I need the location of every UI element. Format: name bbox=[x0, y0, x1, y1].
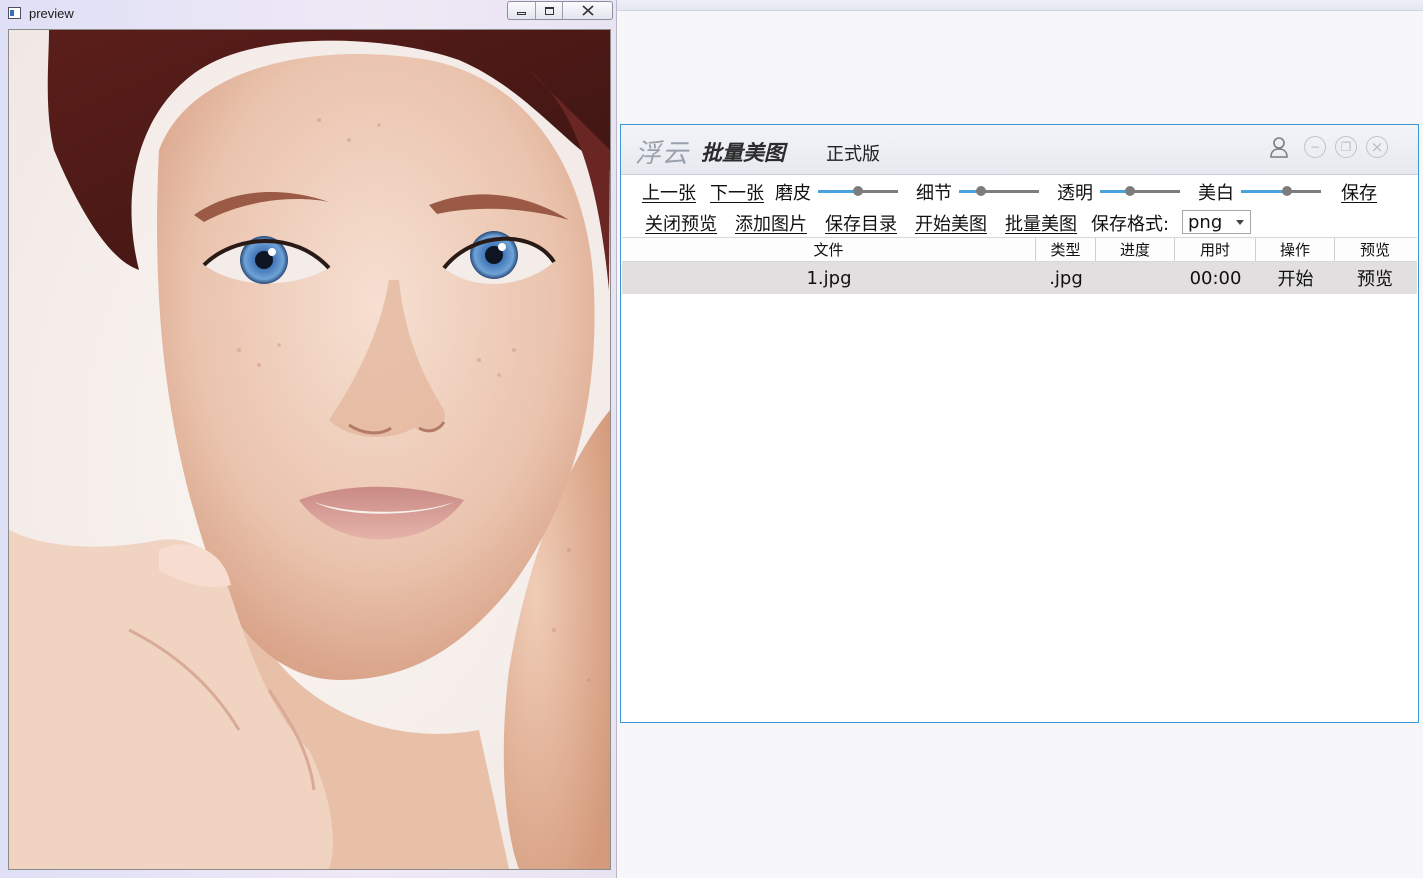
chevron-down-icon bbox=[1236, 220, 1244, 225]
column-header-preview[interactable]: 预览 bbox=[1335, 238, 1415, 261]
whiten-label: 美白 bbox=[1198, 183, 1234, 204]
detail-label: 细节 bbox=[916, 183, 952, 204]
cell-time: 00:00 bbox=[1189, 267, 1242, 289]
start-beautify-link[interactable]: 开始美图 bbox=[915, 210, 987, 236]
add-image-link[interactable]: 添加图片 bbox=[735, 210, 807, 236]
whiten-slider[interactable] bbox=[1241, 185, 1321, 199]
brand-logo-text: 浮云 bbox=[635, 139, 690, 169]
preview-window: preview bbox=[0, 0, 617, 878]
preview-window-title: preview bbox=[29, 6, 74, 21]
app-minimize-button[interactable]: − bbox=[1304, 136, 1326, 158]
column-header-type[interactable]: 类型 bbox=[1036, 238, 1096, 261]
file-table: 文件 类型 进度 用时 操作 预览 1.jpg .jpg 00:00 开始 预览 bbox=[622, 237, 1417, 294]
table-row[interactable]: 1.jpg .jpg 00:00 开始 预览 bbox=[622, 262, 1417, 294]
smooth-slider[interactable] bbox=[818, 185, 898, 199]
batch-beautify-window: 浮云 批量美图 正式版 − ❐ × 上一张 下一张 磨皮 细节 透明 美白 保存… bbox=[620, 124, 1419, 723]
slider-handle[interactable] bbox=[853, 186, 863, 196]
minimize-circle-icon: − bbox=[1309, 140, 1321, 154]
maximize-icon bbox=[544, 6, 554, 15]
maximize-circle-icon: ❐ bbox=[1340, 140, 1352, 154]
save-format-value: png bbox=[1188, 211, 1223, 233]
prev-image-link[interactable]: 上一张 bbox=[642, 179, 696, 205]
app-window-icon bbox=[8, 7, 21, 19]
opacity-label: 透明 bbox=[1057, 183, 1093, 204]
save-directory-link[interactable]: 保存目录 bbox=[825, 210, 897, 236]
column-header-time[interactable]: 用时 bbox=[1175, 238, 1256, 261]
user-icon[interactable] bbox=[1268, 136, 1290, 158]
close-button[interactable] bbox=[563, 2, 612, 19]
app-maximize-button[interactable]: ❐ bbox=[1335, 136, 1357, 158]
cell-file: 1.jpg bbox=[806, 267, 852, 289]
detail-slider[interactable] bbox=[959, 185, 1039, 199]
close-circle-icon: × bbox=[1370, 137, 1384, 156]
minimize-icon bbox=[517, 12, 526, 15]
table-header: 文件 类型 进度 用时 操作 预览 bbox=[622, 237, 1417, 262]
edition-label: 正式版 bbox=[826, 144, 880, 165]
app-header[interactable]: 浮云 批量美图 正式版 − ❐ × bbox=[621, 125, 1418, 175]
brand-name: 批量美图 bbox=[701, 141, 785, 165]
column-header-progress[interactable]: 进度 bbox=[1096, 238, 1175, 261]
batch-beautify-link[interactable]: 批量美图 bbox=[1005, 210, 1077, 236]
toolbar-row-adjustments: 上一张 下一张 磨皮 细节 透明 美白 保存 bbox=[621, 177, 1418, 207]
opacity-slider[interactable] bbox=[1100, 185, 1180, 199]
slider-handle[interactable] bbox=[976, 186, 986, 196]
column-header-file[interactable]: 文件 bbox=[622, 238, 1036, 261]
preview-photo bbox=[8, 29, 611, 870]
maximize-button[interactable] bbox=[536, 2, 563, 19]
save-link[interactable]: 保存 bbox=[1341, 179, 1377, 205]
app-close-button[interactable]: × bbox=[1366, 136, 1388, 158]
close-preview-link[interactable]: 关闭预览 bbox=[645, 210, 717, 236]
minimize-button[interactable] bbox=[508, 2, 536, 19]
slider-handle[interactable] bbox=[1125, 186, 1135, 196]
save-format-label: 保存格式: bbox=[1091, 214, 1170, 235]
close-icon bbox=[581, 5, 594, 16]
column-header-action[interactable]: 操作 bbox=[1256, 238, 1335, 261]
cell-type: .jpg bbox=[1049, 267, 1083, 289]
next-image-link[interactable]: 下一张 bbox=[710, 179, 764, 205]
toolbar-row-actions: 关闭预览 添加图片 保存目录 开始美图 批量美图 保存格式: png bbox=[621, 208, 1418, 238]
slider-handle[interactable] bbox=[1282, 186, 1292, 196]
desktop-background-strip bbox=[617, 0, 1423, 11]
start-action-button[interactable]: 开始 bbox=[1256, 265, 1335, 291]
window-controls bbox=[507, 1, 613, 20]
portrait-photo bbox=[9, 30, 610, 869]
smooth-label: 磨皮 bbox=[775, 183, 811, 204]
preview-action-button[interactable]: 预览 bbox=[1335, 265, 1415, 291]
save-format-select[interactable]: png bbox=[1182, 210, 1251, 234]
preview-titlebar[interactable]: preview bbox=[0, 0, 617, 28]
